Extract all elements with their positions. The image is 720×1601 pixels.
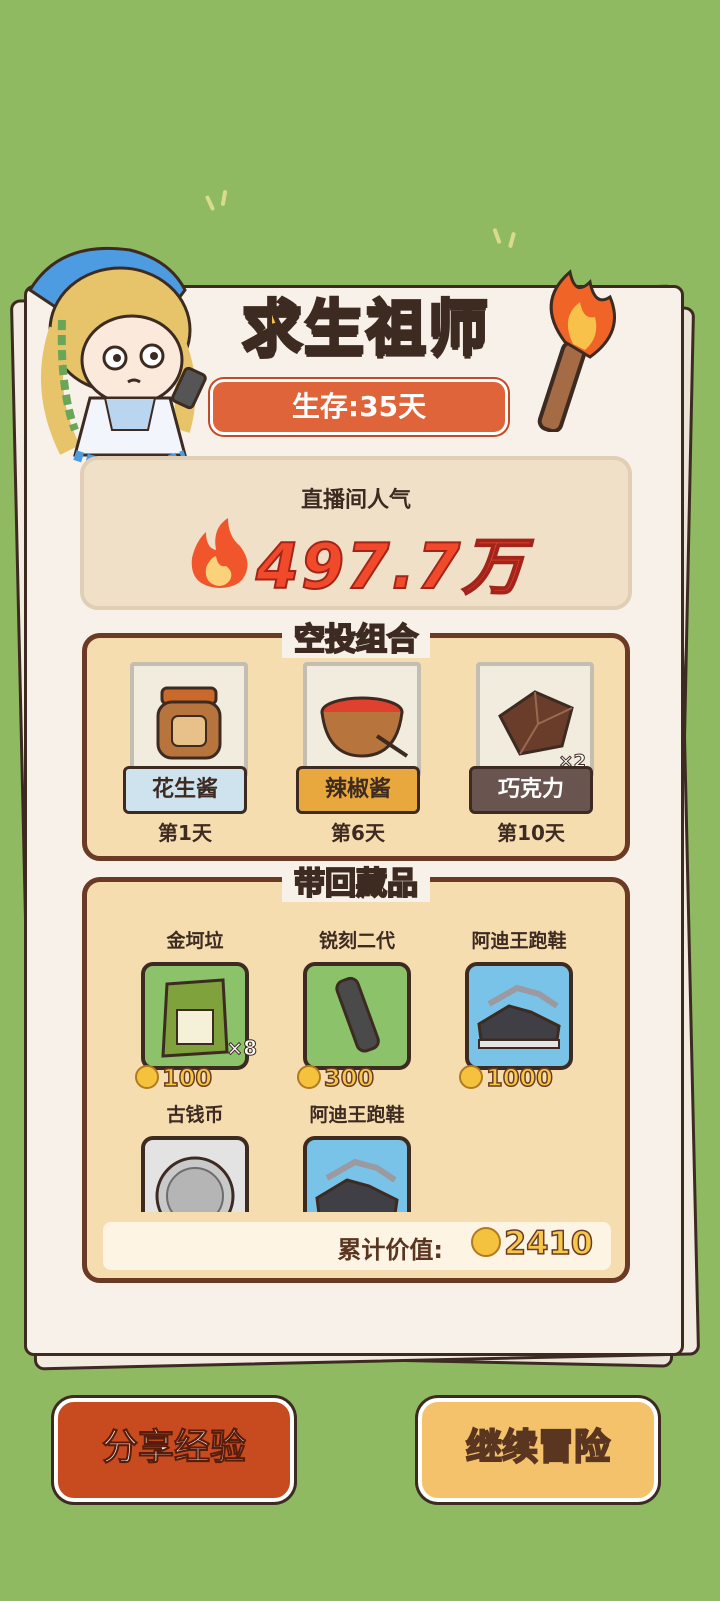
item-day: 第10天 bbox=[497, 821, 565, 845]
item-quantity: ×8 bbox=[226, 1036, 258, 1061]
collection-item[interactable]: 锐刻二代 300 bbox=[287, 926, 427, 1093]
collection-item[interactable]: 金坷垃 ×8 100 bbox=[125, 926, 265, 1093]
popularity-label: 直播间人气 bbox=[300, 488, 411, 513]
ancient-coin-icon bbox=[155, 1156, 235, 1212]
item-label: 巧克力 bbox=[469, 766, 593, 814]
coin-icon bbox=[459, 1065, 483, 1089]
item-card bbox=[141, 1136, 249, 1212]
total-value-amount: 2410 bbox=[470, 1223, 594, 1263]
airdrop-title: 空投组合 bbox=[87, 614, 625, 659]
flame-icon bbox=[191, 518, 248, 588]
collection-item[interactable]: 阿迪王跑鞋 bbox=[287, 1100, 427, 1212]
collection-panel: 带回藏品 金坷垃 ×8 100 锐刻二代 300 阿迪王跑鞋 1000 古钱币 … bbox=[82, 865, 630, 1283]
item-price: 100 bbox=[135, 1063, 213, 1093]
airdrop-panel: 空投组合 花生酱 第1天 辣椒酱 第6天 ×2 巧克力 第10天 bbox=[82, 621, 630, 861]
total-value-bar: 累计价值: 2410 bbox=[103, 1222, 611, 1270]
continue-adventure-button[interactable]: 继续冒险 bbox=[418, 1398, 658, 1502]
item-label: 辣椒酱 bbox=[296, 766, 420, 814]
total-value-label: 累计价值: bbox=[337, 1236, 443, 1264]
item-card bbox=[130, 662, 248, 778]
item-card bbox=[303, 662, 421, 778]
item-price: 300 bbox=[297, 1063, 375, 1093]
sparkle-decoration bbox=[507, 231, 517, 249]
collection-item[interactable]: 古钱币 bbox=[125, 1100, 265, 1212]
item-price: 1000 bbox=[459, 1063, 554, 1093]
item-card bbox=[465, 962, 573, 1070]
streamer-girl-avatar bbox=[27, 246, 207, 486]
popularity-value: 497.7万 bbox=[255, 529, 527, 604]
item-card bbox=[303, 1136, 411, 1212]
collection-item[interactable]: 阿迪王跑鞋 1000 bbox=[449, 926, 589, 1093]
item-label: 花生酱 bbox=[123, 766, 247, 814]
sparkle-decoration bbox=[220, 189, 228, 207]
item-name: 金坷垃 bbox=[166, 930, 224, 952]
item-day: 第6天 bbox=[331, 821, 385, 845]
popularity-box: 直播间人气 497.7万 bbox=[80, 456, 632, 610]
item-name: 古钱币 bbox=[166, 1104, 224, 1126]
item-day: 第1天 bbox=[158, 821, 212, 845]
item-card: ×8 bbox=[141, 962, 257, 1070]
item-card bbox=[303, 962, 411, 1070]
sparkle-decoration bbox=[204, 194, 216, 212]
sneakers-icon bbox=[315, 1158, 399, 1212]
sparkle-decoration bbox=[492, 227, 502, 245]
e-cigarette-icon bbox=[335, 976, 380, 1053]
survival-days-banner: 生存:35天 bbox=[210, 379, 508, 435]
coin-icon bbox=[470, 1227, 501, 1257]
item-card: ×2 bbox=[476, 662, 594, 778]
item-name: 阿迪王跑鞋 bbox=[309, 1104, 405, 1126]
torch-icon bbox=[537, 269, 616, 432]
item-name: 阿迪王跑鞋 bbox=[471, 930, 567, 952]
item-name: 锐刻二代 bbox=[318, 930, 395, 952]
share-experience-button[interactable]: 分享经验 bbox=[54, 1398, 294, 1502]
peanut-butter-jar-icon bbox=[156, 686, 222, 760]
coin-icon bbox=[297, 1065, 321, 1089]
sneakers-icon bbox=[477, 984, 561, 1049]
page-title: 求生祖师 bbox=[241, 293, 490, 366]
chili-sauce-bowl-icon bbox=[320, 696, 409, 758]
coin-icon bbox=[135, 1065, 159, 1089]
